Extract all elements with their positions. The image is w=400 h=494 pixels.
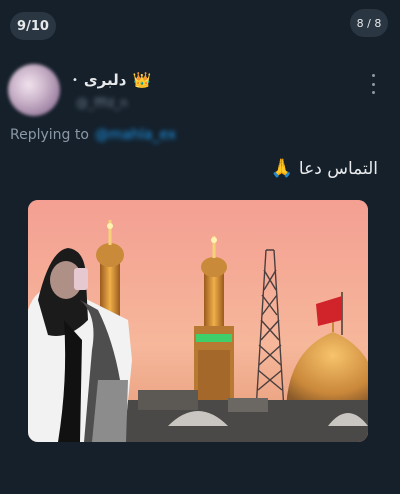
display-name[interactable]: دلبری bbox=[84, 71, 127, 89]
more-options-icon[interactable] bbox=[368, 74, 378, 94]
tweet-media-image[interactable] bbox=[28, 200, 368, 442]
crown-icon: 👑 bbox=[132, 71, 152, 89]
name-dot: • bbox=[72, 74, 78, 86]
replying-to-row: Replying to @mahla_ex bbox=[10, 127, 176, 143]
page-counter-text: 8 / 8 bbox=[356, 16, 382, 30]
replying-to-label: Replying to bbox=[10, 127, 89, 143]
image-counter-badge: 9/10 bbox=[10, 12, 56, 40]
shrine-photo bbox=[28, 200, 368, 442]
praying-hands-icon: 🙏 bbox=[270, 158, 293, 179]
image-counter-text: 9/10 bbox=[17, 18, 49, 34]
page-counter-badge: 8 / 8 bbox=[350, 9, 388, 37]
tweet-text: التماس دعا bbox=[298, 158, 378, 179]
author-name-row[interactable]: • دلبری 👑 bbox=[72, 70, 151, 90]
tweet-text-row: التماس دعا 🙏 bbox=[270, 158, 378, 179]
replying-to-handle[interactable]: @mahla_ex bbox=[95, 127, 176, 143]
author-handle[interactable]: @_fffd_n bbox=[76, 96, 128, 110]
avatar[interactable] bbox=[8, 64, 60, 116]
